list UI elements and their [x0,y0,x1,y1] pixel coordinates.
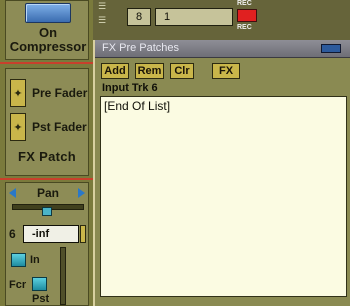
channel-number: 6 [9,227,16,241]
fx-pre-patches-window: FX Pre Patches Add Rem Clr FX Input Trk … [93,40,350,306]
fcr-button[interactable] [32,277,47,291]
compressor-on-label: On [38,25,58,40]
track-number: 8 [127,8,151,26]
post-fader-label: Pst Fader [32,120,87,134]
in-label: In [30,254,40,266]
fx-toolbar: Add Rem Clr FX [95,59,350,81]
input-track-label: Input Trk 6 [102,82,158,94]
compressor-on-button[interactable] [25,3,71,23]
track-row: ☰ ☰ REC 8 1 REC [93,0,350,40]
track-icon: ☰ [98,16,107,26]
fx-patch-button[interactable]: FX Patch [18,149,76,164]
rec-label: REC [237,24,252,31]
compressor-label: Compressor [9,39,87,54]
fx-plug-icon: ✦ [10,113,26,141]
rec-label-top: REC [237,0,252,7]
pan-section: Pan 6 -inf In Fcr Pst [5,182,89,306]
window-minimize-button[interactable] [321,44,341,53]
remove-button[interactable]: Rem [135,63,164,79]
fx-button[interactable]: FX [212,63,240,79]
volume-fader[interactable] [60,247,66,305]
fader-section: ✦ Pre Fader ✦ Pst Fader FX Patch [5,68,89,176]
track-icon: ☰ [98,2,107,12]
pan-right-arrow-icon[interactable] [78,188,85,198]
record-button[interactable] [237,9,257,22]
pre-fader-label: Pre Fader [32,86,88,100]
divider [0,178,93,180]
pre-fader-button[interactable]: ✦ Pre Fader [10,79,88,107]
clear-button[interactable]: Clr [170,63,194,79]
mixer-strip: On Compressor ✦ Pre Fader ✦ Pst Fader FX… [0,0,93,306]
fx-plug-icon: ✦ [10,79,26,107]
level-stepper[interactable] [80,225,86,243]
pst-label: Pst [32,293,50,305]
track-name-field[interactable]: 1 [155,8,233,26]
compressor-section: On Compressor [5,0,89,60]
level-field[interactable]: -inf [23,225,79,243]
window-title: FX Pre Patches [102,42,180,54]
divider [0,62,93,64]
list-item[interactable]: [End Of List] [104,99,170,113]
fcr-label: Fcr [9,279,27,291]
add-button[interactable]: Add [101,63,129,79]
fx-patch-list[interactable]: [End Of List] [100,96,347,297]
track-side-icons: ☰ ☰ [95,0,115,40]
window-titlebar[interactable]: FX Pre Patches [95,40,350,58]
input-monitor-button[interactable] [11,253,26,267]
pan-slider-handle[interactable] [42,207,52,216]
post-fader-button[interactable]: ✦ Pst Fader [10,113,87,141]
